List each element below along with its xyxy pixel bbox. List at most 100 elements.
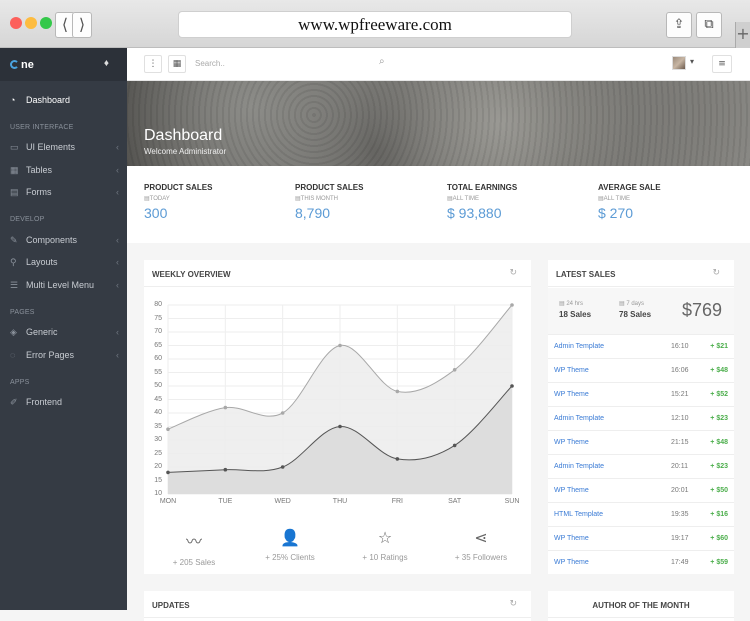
side-menu-icon[interactable]: ≡ [712, 55, 732, 73]
x-tick-label: TUE [218, 498, 233, 505]
data-point[interactable] [452, 368, 457, 372]
sale-product-link[interactable]: WP Theme [554, 431, 589, 454]
data-point[interactable] [510, 384, 514, 388]
sale-amount: + $48 [710, 367, 728, 374]
page-subtitle: Welcome Administrator [144, 147, 227, 156]
sidebar-item-error-pages[interactable]: ◌ Error Pages ‹ [0, 345, 127, 365]
data-point[interactable] [510, 303, 514, 307]
brand-logo[interactable]: ne ♦ [0, 48, 127, 81]
refresh-icon[interactable]: ↻ [509, 268, 517, 278]
sale-product-link[interactable]: WP Theme [554, 551, 589, 574]
data-point[interactable] [166, 427, 170, 431]
data-point[interactable] [223, 467, 228, 472]
data-point[interactable] [280, 465, 285, 469]
updates-panel: UPDATES ↻ [144, 591, 531, 621]
hero-banner: Dashboard Welcome Administrator [127, 81, 750, 166]
drop-icon[interactable]: ♦ [104, 58, 109, 69]
chevron-left-icon: ‹ [116, 327, 119, 337]
sale-amount: + $60 [710, 535, 728, 542]
close-window-icon[interactable] [10, 17, 22, 29]
sale-row[interactable]: Admin Template 12:10 + $23 [548, 406, 734, 430]
page-title: Dashboard [144, 127, 223, 144]
y-tick-label: 35 [154, 422, 162, 430]
sale-row[interactable]: Admin Template 20:11 + $23 [548, 454, 734, 478]
sale-product-link[interactable]: WP Theme [554, 359, 589, 382]
sale-time: 19:35 [671, 511, 689, 518]
data-point[interactable] [395, 457, 400, 461]
sale-row[interactable]: WP Theme 15:21 + $52 [548, 382, 734, 406]
layers-icon: ◈ [10, 327, 17, 337]
search-input[interactable]: Search.. [195, 59, 225, 68]
maximize-window-icon[interactable] [40, 17, 52, 29]
address-bar[interactable]: www.wpfreeware.com [178, 11, 572, 38]
share-icon[interactable]: ⇪ [666, 12, 692, 38]
data-point[interactable] [395, 389, 400, 394]
new-tab-button[interactable]: + [735, 22, 750, 48]
stat-sales-today: PRODUCT SALES ▤TODAY 300 [144, 183, 213, 221]
sale-amount: + $59 [710, 559, 728, 566]
sale-product-link[interactable]: Admin Template [554, 335, 604, 358]
sidebar-item-ui-elements[interactable]: ▭ UI Elements ‹ [0, 137, 127, 157]
data-point[interactable] [223, 405, 228, 410]
data-point[interactable] [166, 470, 170, 475]
data-point[interactable] [338, 424, 342, 429]
sidebar-item-multi-level-menu[interactable]: ☰ Multi Level Menu ‹ [0, 275, 127, 295]
chevron-left-icon: ‹ [116, 350, 119, 360]
menu-icon: ☰ [10, 280, 19, 290]
sidebar-item-tables[interactable]: ▦ Tables ‹ [0, 160, 127, 180]
chevron-left-icon: ‹ [116, 142, 119, 152]
dashboard-icon: ◔ [10, 95, 16, 105]
data-point[interactable] [452, 443, 457, 448]
wrench-icon: ✎ [10, 235, 18, 245]
sidebar-item-dashboard[interactable]: ◔ Dashboard [0, 90, 127, 110]
sale-product-link[interactable]: WP Theme [554, 527, 589, 550]
chevron-down-icon[interactable]: ▾ [690, 57, 694, 66]
sidebar-item-layouts[interactable]: ⚲ Layouts ‹ [0, 252, 127, 272]
search-icon[interactable]: ⌕ [379, 56, 385, 67]
sale-row[interactable]: WP Theme 21:15 + $48 [548, 430, 734, 454]
avatar[interactable] [672, 56, 686, 70]
sale-row[interactable]: WP Theme 16:06 + $48 [548, 358, 734, 382]
sale-amount: + $21 [710, 343, 728, 350]
sale-row[interactable]: WP Theme 19:17 + $60 [548, 526, 734, 550]
tabs-icon[interactable]: ⧉ [696, 12, 722, 38]
y-tick-label: 40 [154, 409, 162, 416]
sidebar-item-forms[interactable]: ▤ Forms ‹ [0, 182, 127, 202]
sale-row[interactable]: HTML Template 19:35 + $16 [548, 502, 734, 526]
sale-row[interactable]: WP Theme 20:01 + $50 [548, 478, 734, 502]
panel-title: AUTHOR OF THE MONTH [592, 601, 690, 610]
sale-product-link[interactable]: Admin Template [554, 407, 604, 430]
data-point[interactable] [338, 343, 342, 348]
stat-total-earnings: TOTAL EARNINGS ▤ALL TIME $ 93,880 [447, 183, 518, 221]
more-options-icon[interactable]: ⋮ [144, 55, 162, 73]
grid-apps-icon[interactable]: ▦ [168, 55, 186, 73]
data-point[interactable] [280, 411, 285, 415]
sidebar-item-generic[interactable]: ◈ Generic ‹ [0, 322, 127, 342]
sale-time: 12:10 [671, 415, 689, 422]
sale-row[interactable]: Admin Template 16:10 + $21 [548, 334, 734, 358]
panel-title: WEEKLY OVERVIEW [152, 270, 231, 279]
sale-product-link[interactable]: WP Theme [554, 383, 589, 406]
sidebar-section-heading: PAGES [10, 309, 35, 316]
sale-product-link[interactable]: WP Theme [554, 479, 589, 502]
users-icon: 👤 [280, 528, 300, 547]
forward-button[interactable]: ⟩ [72, 12, 92, 38]
sales-summary: ▤ 24 hrs 18 Sales ▤ 7 days 78 Sales $769 [548, 288, 734, 334]
y-tick-label: 25 [154, 449, 162, 457]
panel-title: UPDATES [152, 601, 190, 610]
sale-product-link[interactable]: HTML Template [554, 503, 603, 526]
refresh-icon[interactable]: ↻ [509, 599, 517, 609]
minimize-window-icon[interactable] [25, 17, 37, 29]
sales-total: $769 [681, 300, 722, 320]
browser-toolbar: ⟨ ⟩ www.wpfreeware.com ⇪ ⧉ + [0, 0, 750, 48]
sidebar-item-frontend[interactable]: ✐ Frontend [0, 392, 127, 412]
x-tick-label: THU [332, 498, 348, 505]
sale-row[interactable]: WP Theme 17:49 + $59 [548, 550, 734, 574]
refresh-icon[interactable]: ↻ [712, 268, 720, 278]
y-tick-label: 65 [154, 341, 162, 349]
chevron-left-icon: ‹ [116, 187, 119, 197]
sidebar-item-components[interactable]: ✎ Components ‹ [0, 230, 127, 250]
sale-product-link[interactable]: Admin Template [554, 455, 604, 478]
y-tick-label: 55 [154, 368, 162, 376]
brush-icon: ✐ [10, 397, 18, 407]
